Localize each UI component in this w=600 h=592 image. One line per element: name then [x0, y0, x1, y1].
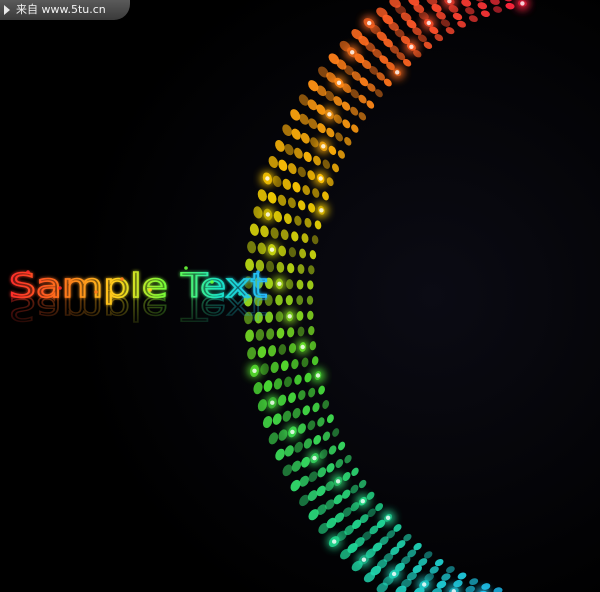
ring-sparkle — [327, 112, 332, 117]
ring-sparkle — [265, 176, 270, 181]
ring-dot — [296, 295, 304, 306]
neon-ring-graphic: Sample Text Sample Text — [0, 0, 600, 592]
watermark-tab[interactable]: 来自 www.5tu.cn — [0, 0, 130, 20]
watermark-text: 来自 www.5tu.cn — [16, 3, 106, 16]
ring-dot — [275, 294, 283, 306]
ring-sparkle — [367, 20, 372, 26]
ring-sparkle — [312, 455, 317, 461]
ring-sparkle — [319, 208, 324, 213]
ring-sparkle — [277, 281, 282, 286]
text-sparkle — [58, 286, 62, 290]
ring-sparkle — [321, 144, 326, 149]
text-sparkle — [26, 270, 30, 274]
ring-dot — [306, 295, 314, 305]
ring-sparkle — [520, 1, 525, 6]
ring-sparkle — [318, 176, 323, 181]
ring-sparkle — [336, 80, 342, 86]
ring-sparkle — [350, 50, 355, 55]
ring-sparkle — [426, 20, 431, 26]
ring-sparkle — [300, 344, 305, 350]
ring-sparkle — [335, 479, 341, 484]
ring-sparkle — [315, 373, 321, 378]
ring-sparkle — [252, 368, 257, 373]
text-sparkle — [184, 266, 188, 270]
ring-sparkle — [269, 247, 275, 252]
text-sparkle — [120, 277, 124, 281]
ring-sparkle — [287, 314, 292, 319]
artwork-canvas: Sample Text Sample Text 来自 www.5tu.cn — [0, 0, 600, 592]
ring-sparkle — [361, 557, 367, 562]
ring-sparkle — [290, 429, 295, 435]
ring-sparkle — [385, 515, 391, 520]
text-reflection: Sample Text — [8, 288, 267, 328]
sample-text-reflection: Sample Text — [9, 289, 267, 328]
text-sparkle — [210, 280, 214, 284]
ring-sparkle — [332, 539, 337, 544]
text-sparkle — [256, 270, 260, 274]
text-sparkle — [238, 292, 242, 296]
ring-sparkle — [409, 44, 414, 49]
ring-sparkle — [395, 70, 400, 75]
ring-sparkle — [391, 571, 397, 577]
ring-sparkle — [422, 582, 427, 587]
text-sparkle — [148, 288, 152, 292]
play-arrow-icon — [4, 5, 10, 15]
ring-sparkle — [270, 400, 275, 405]
ring-sparkle — [265, 212, 271, 217]
ring-dot — [285, 295, 293, 306]
text-sparkle — [94, 290, 98, 294]
ring-sparkle — [360, 499, 365, 504]
